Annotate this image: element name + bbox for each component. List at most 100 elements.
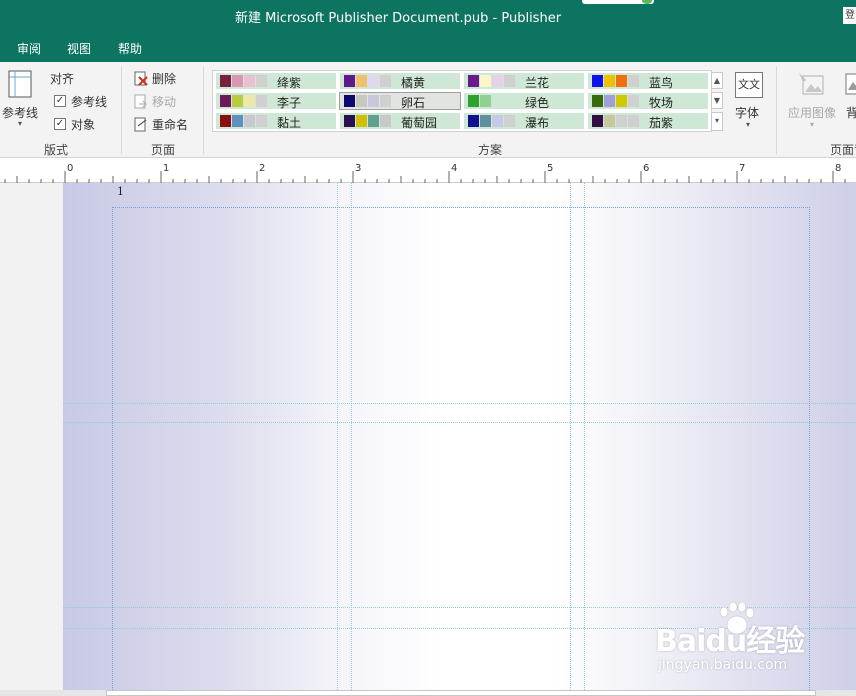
gallery-scroll-up-button[interactable]: ▲ [711, 72, 723, 89]
font-button-label: 字体 [735, 106, 760, 120]
ruler-label: 1 [163, 163, 169, 174]
group-divider [203, 66, 204, 154]
color-scheme-item[interactable]: 牧场 [588, 93, 708, 110]
color-scheme-name: 兰花 [525, 76, 550, 90]
column-guide[interactable] [570, 183, 571, 690]
color-scheme-item[interactable]: 绿色 [464, 93, 584, 110]
objects-checkbox-label: 对象 [71, 118, 96, 132]
background-button[interactable]: 背 [842, 68, 856, 134]
color-scheme-item[interactable]: 瀑布 [464, 113, 584, 130]
color-scheme-name: 绛紫 [277, 76, 302, 90]
rename-page-button[interactable]: 重命名 [134, 116, 194, 134]
color-swatch [468, 95, 479, 107]
margin-guide-left[interactable] [112, 207, 113, 690]
color-swatch [592, 95, 603, 107]
scrollbar-thumb[interactable] [106, 690, 816, 696]
color-swatch [356, 115, 367, 127]
ruler-scale: 0 1 2 3 4 5 6 7 8 [4, 163, 846, 183]
guides-checkbox-label: 参考线 [71, 95, 108, 109]
color-scheme-name: 茄紫 [649, 116, 674, 130]
ruler-label: 6 [643, 163, 649, 174]
color-swatch [604, 75, 615, 87]
objects-checkbox[interactable]: ✓ [54, 118, 66, 130]
move-page-icon [134, 94, 147, 109]
color-swatch [344, 75, 355, 87]
color-swatch [628, 75, 639, 87]
color-scheme-item[interactable]: 茄紫 [588, 113, 708, 130]
delete-page-button[interactable]: 删除 [134, 70, 194, 88]
layout-group-label: 版式 [44, 143, 69, 157]
color-swatch [244, 115, 255, 127]
page-number: 1 [117, 185, 124, 198]
gallery-more-button[interactable]: ▾ [711, 112, 723, 131]
guides-dropdown-button[interactable]: 参考线 ▾ [0, 68, 44, 132]
tab-view[interactable]: 视图 [67, 40, 91, 57]
ruler-label: 3 [355, 163, 361, 174]
horizontal-scrollbar[interactable] [0, 690, 856, 696]
color-scheme-item[interactable]: 蓝鸟 [588, 73, 708, 90]
column-guide[interactable] [337, 183, 338, 690]
tab-help[interactable]: 帮助 [118, 40, 142, 57]
color-scheme-name: 牧场 [649, 96, 674, 110]
color-swatch [504, 95, 515, 107]
ruler-label: 5 [547, 163, 553, 174]
color-scheme-item[interactable]: 兰花 [464, 73, 584, 90]
color-swatch [344, 95, 355, 107]
color-swatch [232, 95, 243, 107]
chevron-down-icon: ▾ [18, 119, 23, 128]
color-scheme-item[interactable]: 黏土 [216, 113, 336, 130]
color-swatch [492, 75, 503, 87]
color-swatch [616, 75, 627, 87]
background-icon [845, 73, 856, 95]
color-scheme-name: 绿色 [525, 96, 550, 110]
guides-checkbox[interactable]: ✓ [54, 95, 66, 107]
color-scheme-item[interactable]: 橘黄 [340, 73, 460, 90]
move-page-button[interactable]: 移动 [134, 93, 194, 111]
color-swatch [504, 115, 515, 127]
color-swatch [616, 95, 627, 107]
page-background-group-label: 页面背 [830, 143, 856, 157]
row-guide[interactable] [63, 422, 856, 423]
ruler-label: 0 [67, 163, 73, 174]
margin-guide-top[interactable] [112, 207, 810, 208]
notification-indicator [582, 0, 654, 4]
color-swatch [616, 115, 627, 127]
color-swatch [368, 115, 379, 127]
watermark-text: Baidu经验 [655, 624, 805, 659]
ribbon-tabs: 审阅 视图 帮助 [0, 32, 856, 62]
move-label: 移动 [152, 95, 177, 109]
color-swatch [220, 75, 231, 87]
row-guide[interactable] [63, 403, 856, 404]
column-guide[interactable] [351, 183, 352, 690]
horizontal-ruler[interactable]: 0 1 2 3 4 5 6 7 8 [0, 158, 856, 183]
color-swatch [244, 95, 255, 107]
color-scheme-item[interactable]: 李子 [216, 93, 336, 110]
apply-image-button[interactable]: 应用图像 ▾ [786, 68, 838, 134]
baidu-watermark: Baidu经验 jingyan.baidu.com [655, 602, 815, 676]
color-swatch [232, 75, 243, 87]
color-swatch [468, 75, 479, 87]
background-label: 背 [846, 106, 856, 120]
sign-in-button[interactable]: 登 [843, 7, 856, 24]
color-swatch [628, 115, 639, 127]
color-swatch [492, 95, 503, 107]
status-dot-icon [642, 0, 652, 4]
color-scheme-item[interactable]: 葡萄园 [340, 113, 460, 130]
group-divider [776, 66, 777, 154]
color-swatch [628, 95, 639, 107]
rename-page-icon [134, 117, 147, 132]
color-scheme-item[interactable]: 卵石 [339, 92, 461, 110]
color-swatch [492, 115, 503, 127]
chevron-down-icon: ▾ [810, 120, 815, 129]
rename-label: 重命名 [152, 118, 189, 132]
window-title: 新建 Microsoft Publisher Document.pub - Pu… [234, 11, 562, 26]
color-swatch [604, 95, 615, 107]
color-swatch [504, 75, 515, 87]
pages-group-label: 页面 [151, 143, 176, 157]
color-swatch [592, 115, 603, 127]
color-swatch [220, 115, 231, 127]
gallery-scroll-down-button[interactable]: ▼ [711, 92, 723, 109]
column-guide[interactable] [584, 183, 585, 690]
tab-review[interactable]: 审阅 [17, 40, 41, 57]
color-scheme-item[interactable]: 绛紫 [216, 73, 336, 90]
